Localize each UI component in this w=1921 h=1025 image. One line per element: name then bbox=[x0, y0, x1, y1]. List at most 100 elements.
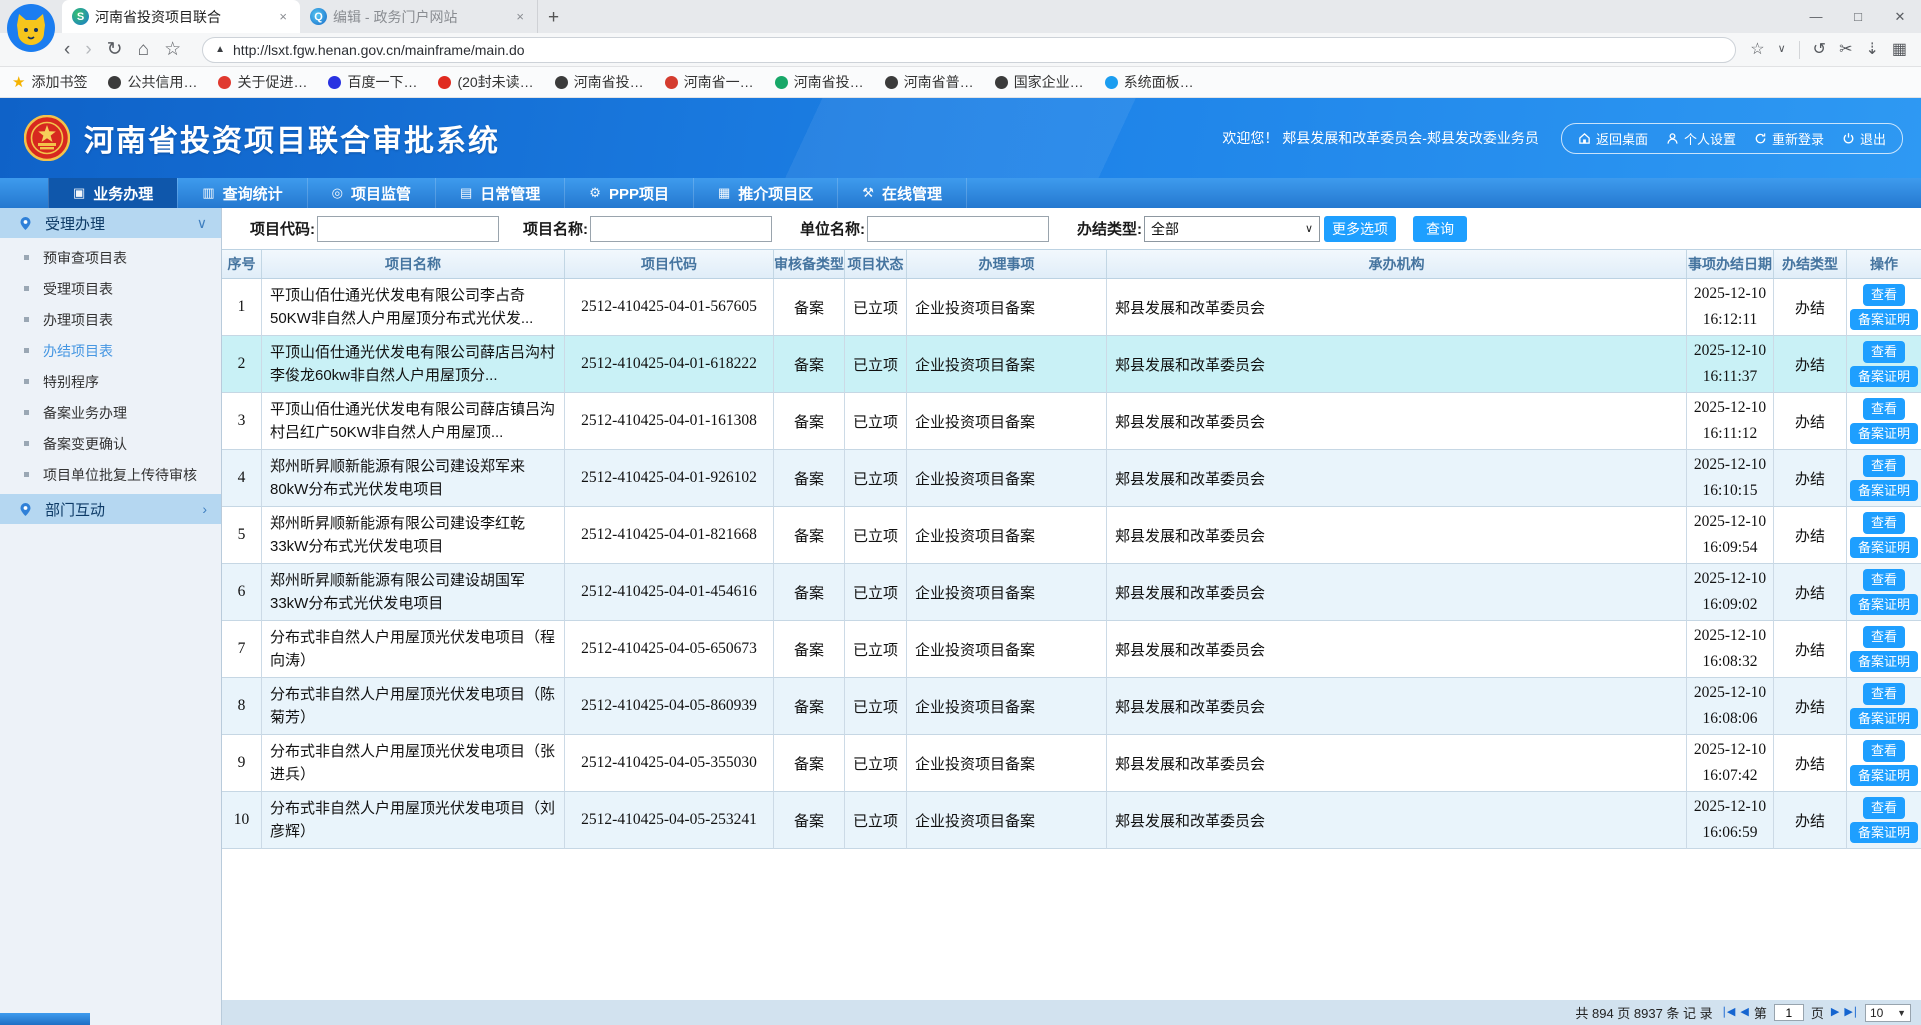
home-icon[interactable]: ⌂ bbox=[138, 40, 149, 59]
tab-portal-editor[interactable]: Q 编辑 - 政务门户网站 × bbox=[300, 0, 538, 33]
view-button[interactable]: 查看 bbox=[1863, 398, 1905, 420]
filing-cert-button[interactable]: 备案证明 bbox=[1850, 651, 1918, 673]
close-type-select[interactable]: 全部 ∨ bbox=[1144, 216, 1320, 242]
maximize-button[interactable]: □ bbox=[1837, 9, 1879, 24]
table-row[interactable]: 5 郑州昕昇顺新能源有限公司建设李红乾33kW分布式光伏发电项目 2512-41… bbox=[222, 507, 1921, 564]
filing-cert-button[interactable]: 备案证明 bbox=[1850, 594, 1918, 616]
chevron-down-icon[interactable]: ∨ bbox=[1778, 44, 1786, 55]
close-time: 16:11:12 bbox=[1703, 421, 1758, 447]
filing-cert-button[interactable]: 备案证明 bbox=[1850, 480, 1918, 502]
nav-tab[interactable]: ⚙ PPP项目 bbox=[564, 178, 693, 208]
table-row[interactable]: 6 郑州昕昇顺新能源有限公司建设胡国军33kW分布式光伏发电项目 2512-41… bbox=[222, 564, 1921, 621]
view-button[interactable]: 查看 bbox=[1863, 626, 1905, 648]
nav-tab[interactable]: ▥ 查询统计 bbox=[177, 178, 306, 208]
site-security-icon[interactable]: ▲ bbox=[215, 44, 225, 55]
sidebar-group-acceptance[interactable]: 受理办理 ∨ bbox=[0, 208, 221, 238]
sidebar-item[interactable]: 备案业务办理 bbox=[0, 397, 221, 428]
sidebar-item[interactable]: 办理项目表 bbox=[0, 304, 221, 335]
sidebar-group-interaction[interactable]: 部门互动 › bbox=[0, 494, 221, 524]
bookmark-item[interactable]: 添加书签 bbox=[12, 72, 87, 92]
return-desktop-button[interactable]: 返回桌面 bbox=[1578, 129, 1648, 148]
page-size-select[interactable]: 10 ▼ bbox=[1865, 1004, 1911, 1022]
sidebar-item[interactable]: 办结项目表 bbox=[0, 335, 221, 366]
table-row[interactable]: 1 平顶山佰仕通光伏发电有限公司李占奇50KW非自然人户用屋顶分布式光伏发...… bbox=[222, 279, 1921, 336]
sidebar-item[interactable]: 受理项目表 bbox=[0, 273, 221, 304]
prev-page-icon[interactable]: ◀ bbox=[1740, 1007, 1746, 1018]
close-date: 2025-12-10 bbox=[1694, 680, 1766, 706]
bullet-icon bbox=[24, 379, 29, 384]
page-number-input[interactable] bbox=[1774, 1004, 1804, 1021]
sidebar-item[interactable]: 项目单位批复上传待审核 bbox=[0, 459, 221, 490]
close-button[interactable]: ✕ bbox=[1879, 9, 1921, 25]
bookmark-item[interactable]: 河南省一… bbox=[665, 72, 754, 92]
sidebar-item[interactable]: 特别程序 bbox=[0, 366, 221, 397]
nav-tab[interactable]: ▤ 日常管理 bbox=[435, 178, 564, 208]
next-page-icon[interactable]: ▶ bbox=[1831, 1007, 1837, 1018]
filing-cert-button[interactable]: 备案证明 bbox=[1850, 423, 1918, 445]
view-button[interactable]: 查看 bbox=[1863, 455, 1905, 477]
table-row[interactable]: 7 分布式非自然人户用屋顶光伏发电项目（程向涛） 2512-410425-04-… bbox=[222, 621, 1921, 678]
view-button[interactable]: 查看 bbox=[1863, 341, 1905, 363]
reload-icon[interactable]: ↻ bbox=[107, 40, 123, 59]
project-name-input[interactable] bbox=[590, 216, 772, 242]
more-options-button[interactable]: 更多选项 bbox=[1324, 216, 1396, 242]
filing-cert-button[interactable]: 备案证明 bbox=[1850, 822, 1918, 844]
sidebar-item[interactable]: 预审查项目表 bbox=[0, 242, 221, 273]
bookmark-star-icon[interactable]: ☆ bbox=[1750, 42, 1764, 58]
view-button[interactable]: 查看 bbox=[1863, 683, 1905, 705]
table-row[interactable]: 9 分布式非自然人户用屋顶光伏发电项目（张进兵） 2512-410425-04-… bbox=[222, 735, 1921, 792]
close-date: 2025-12-10 bbox=[1694, 395, 1766, 421]
project-code-input[interactable] bbox=[317, 216, 499, 242]
forward-icon[interactable]: › bbox=[85, 40, 91, 59]
bookmark-item[interactable]: 河南省普… bbox=[885, 72, 974, 92]
scissors-icon[interactable]: ✂ bbox=[1839, 42, 1852, 58]
bookmark-item[interactable]: 河南省投… bbox=[555, 72, 644, 92]
bookmark-item[interactable]: (20封未读… bbox=[438, 72, 533, 92]
view-button[interactable]: 查看 bbox=[1863, 284, 1905, 306]
apps-grid-icon[interactable]: ▦ bbox=[1892, 42, 1907, 58]
view-button[interactable]: 查看 bbox=[1863, 797, 1905, 819]
view-button[interactable]: 查看 bbox=[1863, 512, 1905, 534]
nav-tab[interactable]: ◎ 项目监管 bbox=[307, 178, 435, 208]
browser-logo-icon[interactable] bbox=[6, 3, 56, 53]
new-tab-button[interactable]: + bbox=[538, 7, 571, 33]
back-icon[interactable]: ‹ bbox=[64, 40, 70, 59]
tab-approval-system[interactable]: S 河南省投资项目联合 × bbox=[62, 0, 300, 33]
last-page-icon[interactable]: ▶❘ bbox=[1844, 1007, 1858, 1018]
table-row[interactable]: 8 分布式非自然人户用屋顶光伏发电项目（陈菊芳） 2512-410425-04-… bbox=[222, 678, 1921, 735]
unit-name-input[interactable] bbox=[867, 216, 1049, 242]
bookmark-item[interactable]: 河南省投… bbox=[775, 72, 864, 92]
minimize-button[interactable]: — bbox=[1795, 9, 1837, 24]
logout-button[interactable]: 退出 bbox=[1842, 129, 1886, 148]
filing-cert-button[interactable]: 备案证明 bbox=[1850, 537, 1918, 559]
filing-cert-button[interactable]: 备案证明 bbox=[1850, 309, 1918, 331]
bookmark-item[interactable]: 国家企业… bbox=[995, 72, 1084, 92]
nav-tab[interactable]: ▦ 推介项目区 bbox=[693, 178, 837, 208]
sidebar-item[interactable]: 备案变更确认 bbox=[0, 428, 221, 459]
download-icon[interactable]: ⇣ bbox=[1865, 42, 1878, 58]
search-button[interactable]: 查询 bbox=[1413, 216, 1467, 242]
view-button[interactable]: 查看 bbox=[1863, 740, 1905, 762]
table-row[interactable]: 10 分布式非自然人户用屋顶光伏发电项目（刘彦辉） 2512-410425-04… bbox=[222, 792, 1921, 849]
nav-tab[interactable]: ▣ 业务办理 bbox=[48, 178, 177, 208]
personal-settings-button[interactable]: 个人设置 bbox=[1666, 129, 1736, 148]
bookmark-item[interactable]: 系统面板… bbox=[1105, 72, 1194, 92]
table-row[interactable]: 2 平顶山佰仕通光伏发电有限公司薛店吕沟村李俊龙60kw非自然人户用屋顶分...… bbox=[222, 336, 1921, 393]
filing-cert-button[interactable]: 备案证明 bbox=[1850, 366, 1918, 388]
table-row[interactable]: 3 平顶山佰仕通光伏发电有限公司薛店镇吕沟村吕红广50KW非自然人户用屋顶...… bbox=[222, 393, 1921, 450]
first-page-icon[interactable]: ❘◀ bbox=[1720, 1007, 1734, 1018]
filing-cert-button[interactable]: 备案证明 bbox=[1850, 765, 1918, 787]
bookmark-item[interactable]: 百度一下… bbox=[328, 72, 417, 92]
favorites-icon[interactable]: ☆ bbox=[164, 40, 181, 59]
undo-icon[interactable]: ↺ bbox=[1813, 42, 1826, 58]
nav-tab[interactable]: ⚒ 在线管理 bbox=[837, 178, 967, 208]
bookmark-item[interactable]: 公共信用… bbox=[108, 72, 197, 92]
relogin-button[interactable]: 重新登录 bbox=[1754, 129, 1824, 148]
tab-close-icon[interactable]: × bbox=[276, 9, 290, 24]
view-button[interactable]: 查看 bbox=[1863, 569, 1905, 591]
bookmark-item[interactable]: 关于促进… bbox=[218, 72, 307, 92]
tab-close-icon[interactable]: × bbox=[513, 9, 527, 24]
table-row[interactable]: 4 郑州昕昇顺新能源有限公司建设郑军来80kW分布式光伏发电项目 2512-41… bbox=[222, 450, 1921, 507]
filing-cert-button[interactable]: 备案证明 bbox=[1850, 708, 1918, 730]
url-bar[interactable]: ▲ http://lsxt.fgw.henan.gov.cn/mainframe… bbox=[202, 37, 1736, 63]
